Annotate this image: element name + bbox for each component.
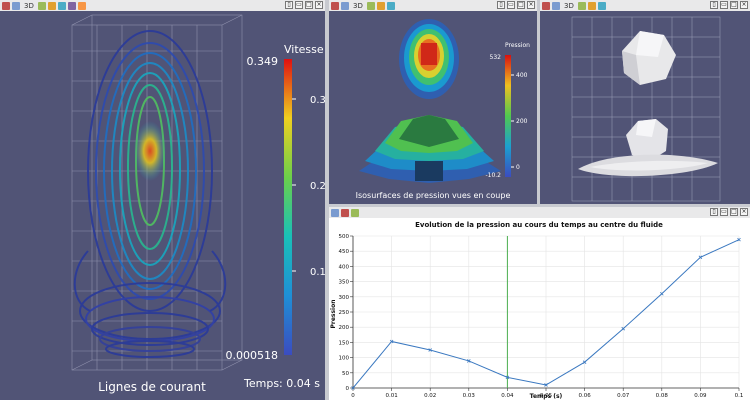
interactive-select-icon[interactable]	[67, 1, 76, 10]
x-tick-label: 0	[351, 393, 355, 399]
x-tick-label: 0.02	[424, 393, 436, 399]
isosurfaces-caption: Isosurfaces de pression vues en coupe	[356, 191, 511, 200]
velocity-tick-0.1: 0.1	[310, 267, 325, 278]
toggle-3d-button[interactable]: 3D	[353, 2, 363, 10]
pressure-tick-200: 200	[516, 118, 528, 125]
chart-axes: 0 0.01 0.02 0.03 0.04 0.05 0.06 0.07 0.08 0.09 0.1…	[339, 234, 744, 399]
pressure-legend-min: -10.2	[485, 172, 501, 179]
velocity-color-bar	[284, 59, 292, 355]
velocity-legend-min: 0.000518	[226, 349, 279, 362]
streamlines-pane: 3D ▯ ▭ □ × Vitesse 0.349 0.3 0.2 0.1 0.0…	[0, 0, 325, 400]
y-tick-label: 500	[339, 234, 350, 240]
y-tick-label: 200	[339, 325, 350, 331]
chart-y-axis-label: Pression	[330, 299, 337, 328]
chart-title: Evolution de la pression au cours du tem…	[415, 221, 663, 229]
x-tick-label: 0.04	[501, 393, 514, 399]
split-vertical-button[interactable]: ▭	[720, 208, 728, 216]
rotate-icon[interactable]	[12, 1, 20, 10]
streamlines-canvas: Vitesse 0.349 0.3 0.2 0.1 0.000518 Ligne…	[71, 14, 325, 394]
maximize-button[interactable]: □	[305, 1, 313, 9]
streamlines-caption: Lignes de courant	[98, 380, 206, 394]
isosurfaces-canvas: Pression 532 400 200 0 -10.2 Isosurfaces…	[356, 19, 530, 200]
close-view-button[interactable]: ×	[527, 1, 535, 9]
select-cells-icon[interactable]	[57, 1, 66, 10]
y-tick-label: 450	[339, 249, 350, 255]
zoom-icon[interactable]	[351, 208, 359, 217]
camera-reset-icon[interactable]	[542, 1, 550, 10]
velocity-legend-max: 0.349	[247, 55, 279, 68]
close-view-button[interactable]: ×	[740, 1, 748, 9]
y-tick-label: 100	[339, 356, 350, 362]
time-label: Temps: 0.04 s	[243, 377, 320, 390]
maximize-button[interactable]: □	[730, 208, 738, 216]
x-tick-label: 0.09	[694, 393, 707, 399]
chart-x-axis-label: Temps (s)	[530, 393, 563, 400]
split-horizontal-button[interactable]: ▯	[710, 1, 718, 9]
y-tick-label: 350	[339, 280, 350, 286]
y-tick-label: 150	[339, 340, 350, 346]
pressure-chart: Evolution de la pression au cours du tem…	[330, 221, 744, 400]
split-vertical-button[interactable]: ▭	[507, 1, 515, 9]
y-tick-label: 0	[346, 386, 350, 392]
split-horizontal-button[interactable]: ▯	[497, 1, 505, 9]
rotate-icon[interactable]	[341, 1, 349, 10]
surface-pane: 3D ▯ ▭ □ ×	[540, 0, 750, 204]
surface-canvas	[571, 16, 721, 202]
camera-reset-icon[interactable]	[331, 1, 339, 10]
x-tick-label: 0.07	[617, 393, 630, 399]
velocity-tick-0.2: 0.2	[310, 181, 325, 192]
select-icon[interactable]	[366, 1, 375, 10]
lower-isosurface	[359, 115, 501, 183]
pressure-tick-0: 0	[516, 164, 520, 171]
select-cells-icon[interactable]	[597, 1, 606, 10]
select-points-icon[interactable]	[47, 1, 56, 10]
isosurfaces-pane: 3D ▯ ▭ □ × Pression 532 400 200 0 -10.2 …	[329, 0, 537, 204]
y-tick-label: 50	[342, 371, 349, 377]
chart-settings-icon[interactable]	[331, 208, 339, 217]
pressure-legend-max: 532	[490, 54, 502, 61]
x-tick-label: 0.01	[385, 393, 397, 399]
camera-reset-icon[interactable]	[341, 208, 349, 217]
x-tick-label: 0.08	[656, 393, 669, 399]
toggle-3d-button[interactable]: 3D	[564, 2, 574, 10]
lower-blob	[578, 119, 718, 177]
close-view-button[interactable]: ×	[315, 1, 323, 9]
pressure-legend-title: Pression	[505, 42, 530, 49]
chart-grid	[352, 235, 740, 389]
camera-reset-icon[interactable]	[2, 1, 10, 10]
select-cells-icon[interactable]	[386, 1, 395, 10]
select-points-icon[interactable]	[587, 1, 596, 10]
select-icon[interactable]	[577, 1, 586, 10]
chart-view[interactable]: Evolution de la pression au cours du tem…	[329, 218, 750, 400]
rotate-icon[interactable]	[552, 1, 560, 10]
maximize-button[interactable]: □	[517, 1, 525, 9]
isosurfaces-render-view[interactable]: Pression 532 400 200 0 -10.2 Isosurfaces…	[329, 11, 537, 204]
split-horizontal-button[interactable]: ▯	[285, 1, 293, 9]
select-icon[interactable]	[37, 1, 46, 10]
close-view-button[interactable]: ×	[740, 208, 748, 216]
split-vertical-button[interactable]: ▭	[720, 1, 728, 9]
select-points-icon[interactable]	[376, 1, 385, 10]
zoom-box-icon[interactable]	[77, 1, 86, 10]
toggle-3d-button[interactable]: 3D	[24, 2, 34, 10]
x-tick-label: 0.06	[578, 393, 591, 399]
streamlines	[73, 30, 227, 358]
high-velocity-region	[134, 121, 166, 181]
velocity-legend-title: Vitesse	[284, 43, 324, 56]
upper-isosurface	[399, 19, 459, 99]
split-horizontal-button[interactable]: ▯	[710, 208, 718, 216]
maximize-button[interactable]: □	[730, 1, 738, 9]
split-vertical-button[interactable]: ▭	[295, 1, 303, 9]
y-tick-label: 250	[339, 310, 350, 316]
x-tick-label: 0.03	[463, 393, 476, 399]
pressure-tick-400: 400	[516, 72, 528, 79]
pressure-color-bar	[505, 55, 511, 177]
surface-render-view[interactable]	[540, 11, 750, 204]
velocity-tick-0.3: 0.3	[310, 95, 325, 106]
pressure-chart-pane: ▯ ▭ □ × Evolution de la pression au cour…	[329, 207, 750, 400]
y-tick-label: 300	[339, 295, 350, 301]
y-tick-label: 400	[339, 264, 350, 270]
x-tick-label: 0.1	[735, 393, 744, 399]
streamlines-render-view[interactable]: Vitesse 0.349 0.3 0.2 0.1 0.000518 Ligne…	[0, 11, 325, 400]
